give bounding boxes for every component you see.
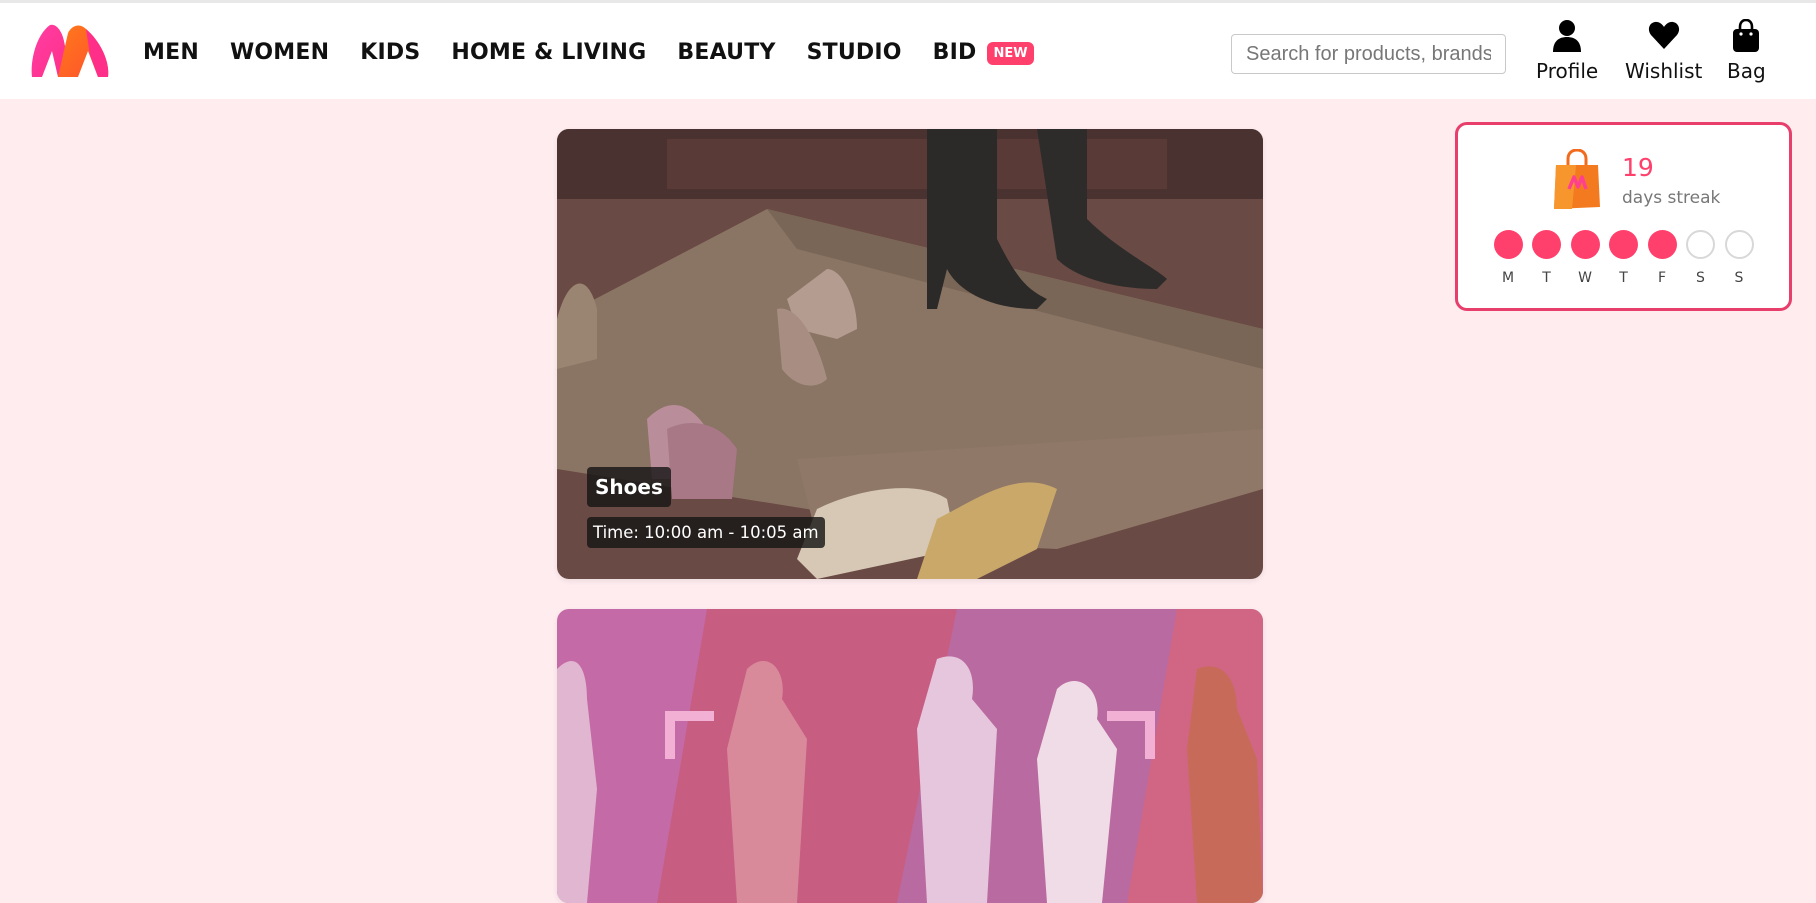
nav-item-men[interactable]: MEN — [143, 40, 199, 65]
bag-button[interactable]: Bag — [1727, 19, 1766, 83]
profile-icon — [1553, 20, 1582, 52]
bag-label: Bag — [1727, 59, 1766, 83]
streak-count: 19 — [1622, 153, 1654, 182]
streak-day-fri: F — [1647, 230, 1677, 286]
streak-day-sat: S — [1686, 230, 1715, 286]
day-letter: M — [1501, 270, 1515, 286]
event-card-fashion[interactable] — [557, 609, 1263, 903]
top-navigation-bar: MEN WOMEN KIDS HOME & LIVING BEAUTY STUD… — [0, 0, 1816, 99]
nav-item-studio[interactable]: STUDIO — [807, 40, 902, 65]
day-letter: T — [1542, 270, 1551, 286]
nav-item-kids[interactable]: KIDS — [360, 40, 420, 65]
search-input[interactable] — [1231, 34, 1506, 74]
streak-dot-done — [1570, 230, 1600, 259]
heart-icon — [1648, 21, 1679, 49]
wishlist-button[interactable]: Wishlist — [1625, 19, 1702, 83]
streak-dot-pending — [1686, 230, 1715, 259]
day-letter: F — [1657, 270, 1667, 286]
card-time: Time: 10:00 am - 10:05 am — [587, 517, 825, 548]
streak-day-mon: M — [1493, 230, 1523, 286]
profile-button[interactable]: Profile — [1536, 19, 1598, 83]
day-letter: S — [1734, 270, 1744, 286]
streak-dot-done — [1647, 230, 1677, 259]
nav-item-beauty[interactable]: BEAUTY — [677, 40, 775, 65]
shopping-bag-icon — [1554, 149, 1600, 209]
nav-item-women[interactable]: WOMEN — [230, 40, 329, 65]
streak-day-thu: T — [1609, 230, 1638, 286]
nav-item-bid-wrapper[interactable]: BID NEW — [933, 39, 1034, 65]
streak-dot-done — [1532, 230, 1561, 259]
streak-dot-pending — [1724, 230, 1754, 259]
event-card-shoes[interactable]: Shoes Time: 10:00 am - 10:05 am — [557, 129, 1263, 579]
bag-icon — [1733, 19, 1760, 52]
nav-item-home-living[interactable]: HOME & LIVING — [451, 40, 646, 65]
shoes-banner-image — [557, 129, 1263, 579]
streak-day-tue: T — [1532, 230, 1561, 286]
streak-label: days streak — [1622, 188, 1721, 208]
day-letter: W — [1578, 270, 1592, 286]
streak-day-wed: W — [1570, 230, 1600, 286]
streak-widget[interactable]: 19 days streak M T W T F S S — [1455, 122, 1792, 311]
day-letter: T — [1619, 270, 1628, 286]
new-badge: NEW — [987, 42, 1034, 65]
main-nav: MEN WOMEN KIDS HOME & LIVING BEAUTY STUD… — [143, 39, 1034, 65]
profile-label: Profile — [1536, 59, 1599, 83]
streak-dot-done — [1609, 230, 1638, 259]
streak-dot-done — [1493, 230, 1523, 259]
streak-days: M T W T F S S — [1493, 230, 1764, 286]
fashion-banner-image — [557, 609, 1263, 903]
nav-item-bid[interactable]: BID — [933, 40, 977, 65]
wishlist-label: Wishlist — [1625, 59, 1703, 83]
day-letter: S — [1696, 270, 1705, 286]
card-title: Shoes — [587, 467, 671, 507]
streak-day-sun: S — [1724, 230, 1754, 286]
myntra-logo[interactable] — [28, 21, 112, 81]
